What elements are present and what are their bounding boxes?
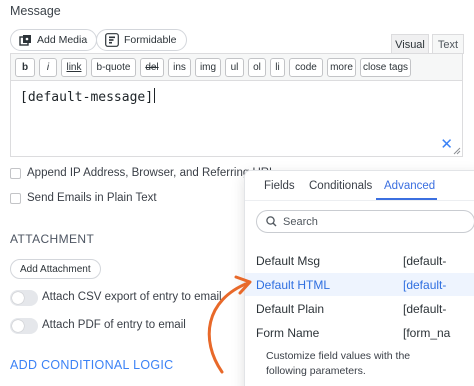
annotation-arrow xyxy=(207,275,252,374)
